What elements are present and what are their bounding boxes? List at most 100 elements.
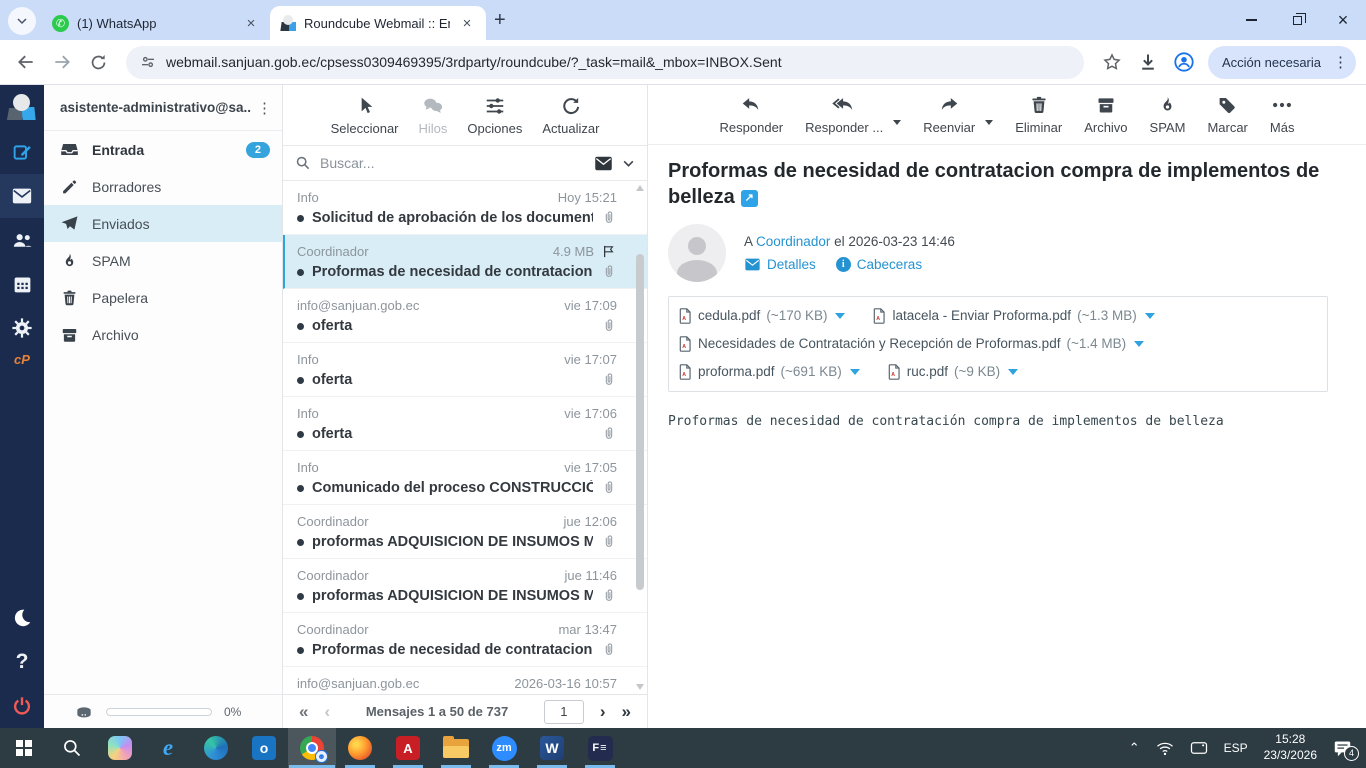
meet-now-icon[interactable] <box>1190 741 1208 755</box>
spam-button[interactable]: SPAM <box>1150 94 1185 135</box>
page-number-input[interactable] <box>543 699 584 724</box>
fes-app-button[interactable]: F≡ <box>576 728 624 768</box>
contacts-nav-button[interactable] <box>0 218 44 262</box>
internet-explorer-button[interactable]: e <box>144 728 192 768</box>
downloads-button[interactable] <box>1132 46 1164 78</box>
attachment-latacela[interactable]: A latacela - Enviar Proforma.pdf (~1.3 M… <box>873 302 1155 330</box>
mail-nav-button[interactable] <box>0 174 44 218</box>
message-row[interactable]: Coordinador jue 11:46 proformas ADQUISICI… <box>283 559 647 613</box>
tab-close-icon[interactable]: × <box>458 15 476 32</box>
language-indicator[interactable]: ESP <box>1224 741 1248 755</box>
attachment-proforma[interactable]: A proforma.pdf (~691 KB) <box>679 358 860 386</box>
acrobat-button[interactable]: A <box>384 728 432 768</box>
tab-close-icon[interactable]: × <box>242 15 260 32</box>
help-button[interactable]: ? <box>0 640 44 684</box>
next-page-button[interactable]: › <box>600 702 606 722</box>
prev-page-button[interactable]: ‹ <box>324 702 330 722</box>
message-row[interactable]: Info vie 17:05 Comunicado del proceso CON… <box>283 451 647 505</box>
folder-borradores[interactable]: Borradores <box>44 168 282 205</box>
folder-entrada[interactable]: Entrada 2 <box>44 131 282 168</box>
browser-menu-icon[interactable]: ⋮ <box>1333 53 1348 71</box>
account-header[interactable]: asistente-administrativo@sa... ⋮ <box>44 85 282 131</box>
message-row[interactable]: info@sanjuan.gob.ec vie 17:09 oferta <box>283 289 647 343</box>
edge-button[interactable] <box>192 728 240 768</box>
start-button[interactable] <box>0 728 48 768</box>
scrollbar-thumb[interactable] <box>636 254 644 591</box>
attachment-cedula[interactable]: A cedula.pdf (~170 KB) <box>679 302 846 330</box>
threads-button[interactable]: Hilos <box>419 95 447 136</box>
folder-archivo[interactable]: Archivo <box>44 316 282 353</box>
tab-whatsapp[interactable]: ✆ (1) WhatsApp × <box>42 6 270 40</box>
message-row[interactable]: Info vie 17:07 oferta <box>283 343 647 397</box>
attachment-menu-icon[interactable] <box>835 312 846 319</box>
compose-button[interactable] <box>0 130 44 174</box>
settings-nav-button[interactable] <box>0 306 44 350</box>
url-bar[interactable]: webmail.sanjuan.gob.ec/cpsess0309469395/… <box>126 45 1084 79</box>
window-close-button[interactable]: × <box>1320 0 1366 40</box>
scroll-down-icon[interactable] <box>636 684 644 690</box>
refresh-button[interactable]: Actualizar <box>542 95 599 136</box>
calendar-nav-button[interactable] <box>0 262 44 306</box>
attachment-necesidades[interactable]: A Necesidades de Contratación y Recepció… <box>679 330 1145 358</box>
cpanel-button[interactable]: cP <box>14 352 30 367</box>
options-button[interactable]: Opciones <box>467 95 522 136</box>
search-scope-envelope-icon[interactable] <box>594 156 613 171</box>
taskbar-clock[interactable]: 15:28 23/3/2026 <box>1264 732 1317 763</box>
new-tab-button[interactable]: + <box>494 9 506 32</box>
word-button[interactable]: W <box>528 728 576 768</box>
headers-link[interactable]: i Cabeceras <box>835 256 922 272</box>
firefox-button[interactable] <box>336 728 384 768</box>
window-restore-button[interactable] <box>1274 0 1320 40</box>
open-in-new-window-icon[interactable]: ↗ <box>740 190 758 208</box>
folder-spam[interactable]: SPAM <box>44 242 282 279</box>
scroll-up-icon[interactable] <box>636 185 644 191</box>
logout-button[interactable] <box>0 684 44 728</box>
hidden-icons-button[interactable]: ⌃ <box>1129 740 1140 756</box>
reply-all-button[interactable]: Responder ... <box>805 94 883 135</box>
account-menu-icon[interactable]: ⋮ <box>257 99 272 117</box>
back-button[interactable] <box>10 46 42 78</box>
reply-button[interactable]: Responder <box>720 94 783 135</box>
tab-roundcube[interactable]: Roundcube Webmail :: Enviados × <box>270 6 486 40</box>
chrome-button[interactable]: ☻ <box>288 728 336 768</box>
dark-mode-button[interactable] <box>0 596 44 640</box>
search-input[interactable] <box>320 155 585 171</box>
profile-button[interactable] <box>1168 46 1200 78</box>
first-page-button[interactable]: « <box>299 702 308 722</box>
message-row[interactable]: info@sanjuan.gob.ec 2026-03-16 10:57 <box>283 667 647 694</box>
select-button[interactable]: Seleccionar <box>331 95 399 136</box>
last-page-button[interactable]: » <box>622 702 631 722</box>
wifi-icon[interactable] <box>1156 741 1174 756</box>
delete-button[interactable]: Eliminar <box>1015 94 1062 135</box>
search-options-chevron-icon[interactable] <box>622 157 635 170</box>
details-link[interactable]: Detalles <box>744 257 816 272</box>
forward-dropdown-icon[interactable] <box>985 120 994 125</box>
window-minimize-button[interactable] <box>1228 0 1274 40</box>
notifications-button[interactable]: 4 <box>1333 740 1359 761</box>
message-row[interactable]: Coordinador mar 13:47 Proformas de necesi… <box>283 613 647 667</box>
message-row[interactable]: Info Hoy 15:21 Solicitud de aprobación de… <box>283 181 647 235</box>
tab-search-button[interactable] <box>8 7 36 35</box>
copilot-button[interactable] <box>96 728 144 768</box>
attachment-menu-icon[interactable] <box>849 368 860 375</box>
archive-button[interactable]: Archivo <box>1084 94 1128 135</box>
mark-button[interactable]: Marcar <box>1207 94 1248 135</box>
folder-enviados[interactable]: Enviados <box>44 205 282 242</box>
recipient-link[interactable]: Coordinador <box>756 234 830 249</box>
attachment-menu-icon[interactable] <box>1134 340 1145 347</box>
message-row[interactable]: Coordinador jue 12:06 proformas ADQUISICI… <box>283 505 647 559</box>
more-button[interactable]: Más <box>1270 94 1294 135</box>
reply-all-dropdown-icon[interactable] <box>893 120 902 125</box>
zoom-button[interactable]: zm <box>480 728 528 768</box>
file-explorer-button[interactable] <box>432 728 480 768</box>
attachment-ruc[interactable]: A ruc.pdf (~9 KB) <box>888 358 1019 386</box>
attachment-menu-icon[interactable] <box>1144 312 1155 319</box>
bookmark-button[interactable] <box>1096 46 1128 78</box>
taskbar-search-button[interactable] <box>48 728 96 768</box>
forward-button[interactable] <box>46 46 78 78</box>
reload-button[interactable] <box>82 46 114 78</box>
message-row[interactable]: Info vie 17:06 oferta <box>283 397 647 451</box>
outlook-button[interactable]: o <box>240 728 288 768</box>
forward-button[interactable]: Reenviar <box>923 94 975 135</box>
message-row-selected[interactable]: Coordinador 4.9 MB Proformas de necesidad… <box>283 235 647 289</box>
